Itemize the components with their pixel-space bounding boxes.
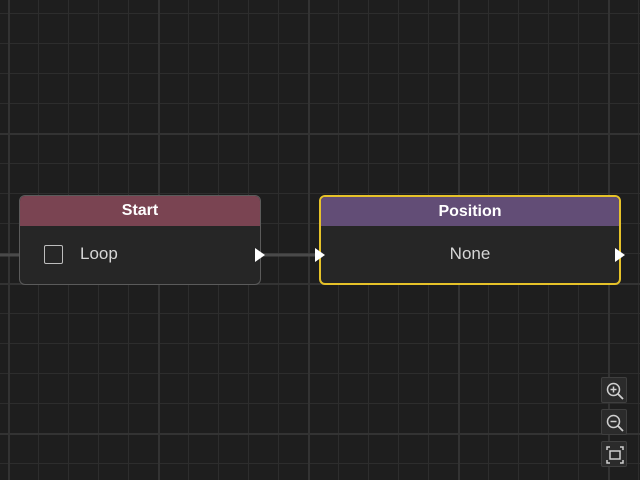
node-graph-canvas[interactable]: Start Loop Position None — [0, 0, 640, 480]
zoom-out-button[interactable] — [601, 409, 627, 435]
start-node-title: Start — [121, 202, 159, 219]
zoom-in-icon — [606, 382, 624, 400]
fit-view-icon — [606, 446, 624, 464]
position-node-header[interactable]: Position — [321, 197, 619, 226]
start-output-port[interactable] — [255, 248, 265, 262]
position-value: None — [449, 244, 491, 263]
loop-label: Loop — [80, 244, 118, 263]
zoom-out-icon — [606, 414, 624, 432]
zoom-in-button[interactable] — [601, 377, 627, 403]
position-output-port[interactable] — [615, 248, 625, 262]
position-node-body: None — [321, 226, 619, 283]
start-node[interactable]: Start Loop — [19, 195, 261, 285]
fit-view-button[interactable] — [601, 441, 627, 467]
start-node-header[interactable]: Start — [20, 196, 260, 226]
position-input-port[interactable] — [315, 248, 325, 262]
position-node-title: Position — [438, 203, 502, 220]
position-node[interactable]: Position None — [319, 195, 621, 285]
loop-checkbox[interactable] — [44, 245, 63, 264]
start-node-body: Loop — [20, 226, 260, 284]
